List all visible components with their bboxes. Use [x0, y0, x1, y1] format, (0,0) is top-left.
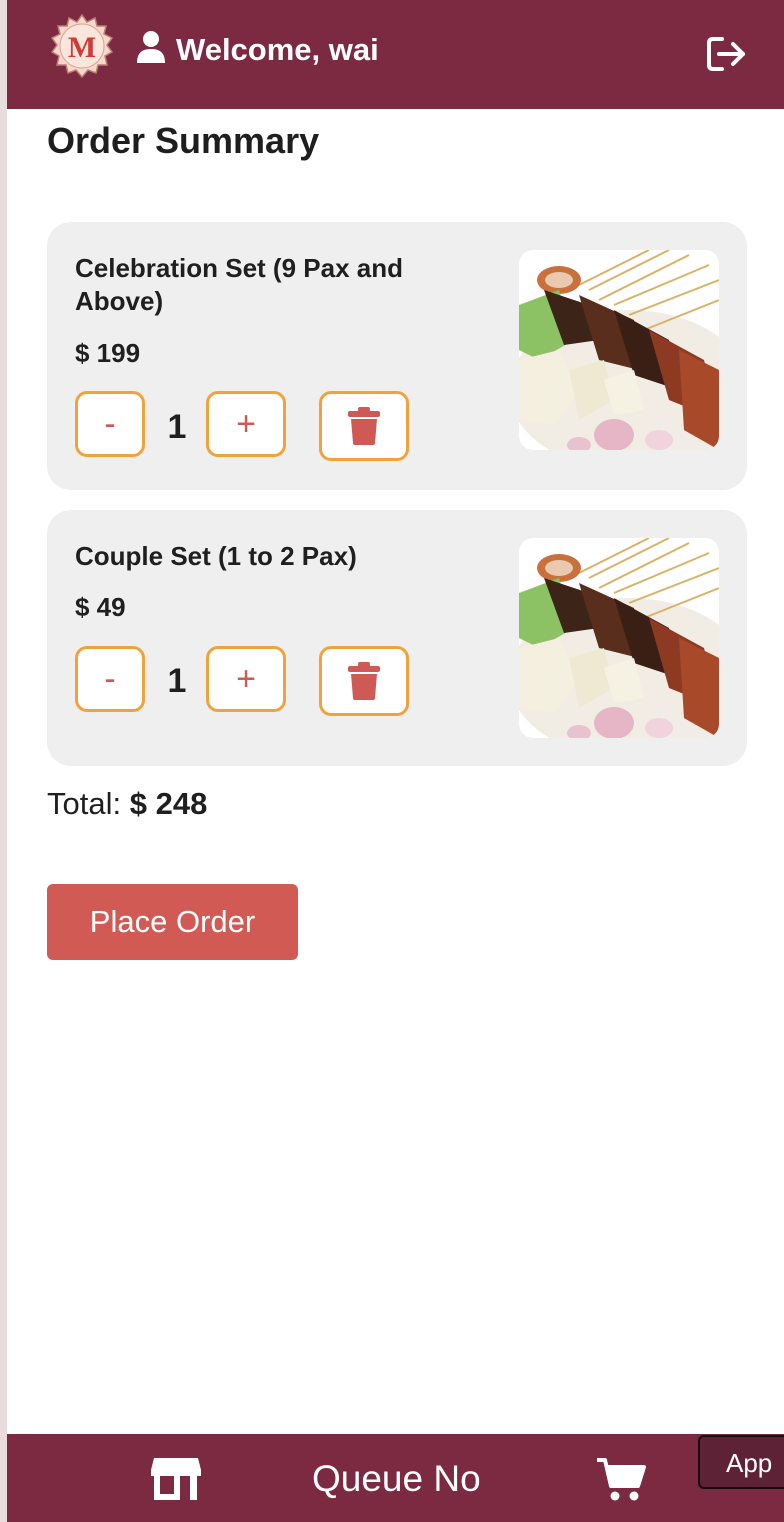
satay-food-image [519, 250, 719, 450]
left-edge-strip [0, 0, 7, 1522]
trash-icon [348, 662, 380, 700]
total-label: Total: [47, 786, 122, 821]
delete-item-button[interactable] [319, 646, 409, 716]
item-price: $ 199 [75, 338, 141, 368]
item-price: $ 49 [75, 592, 126, 622]
satay-food-image [519, 538, 719, 738]
delete-item-button[interactable] [319, 391, 409, 461]
page-title: Order Summary [47, 120, 320, 161]
quantity-value: 1 [167, 662, 187, 700]
cart-icon[interactable] [596, 1456, 646, 1502]
restaurant-logo[interactable]: M [49, 13, 115, 80]
top-header: M Welcome, wai [7, 0, 784, 109]
increment-button[interactable]: + [206, 646, 286, 712]
increment-button[interactable]: + [206, 391, 286, 457]
app-button[interactable]: App [698, 1435, 784, 1489]
queue-number-link[interactable]: Queue No [312, 1458, 481, 1500]
item-name: Couple Set (1 to 2 Pax) [75, 541, 357, 571]
bottom-nav: Queue No [7, 1434, 784, 1522]
order-total: Total: $ 248 [47, 786, 207, 822]
logout-icon[interactable] [705, 34, 749, 74]
svg-text:M: M [68, 31, 96, 64]
cart-item-card: Celebration Set (9 Pax and Above) $ 199 … [47, 222, 747, 490]
decrement-button[interactable]: - [75, 646, 145, 712]
place-order-button[interactable]: Place Order [47, 884, 298, 960]
user-icon [137, 31, 165, 63]
total-value: $ 248 [129, 786, 208, 821]
store-icon[interactable] [150, 1456, 202, 1502]
quantity-value: 1 [167, 408, 187, 446]
cart-item-card: Couple Set (1 to 2 Pax) $ 49 - 1 + [47, 510, 747, 766]
decrement-button[interactable]: - [75, 391, 145, 457]
welcome-text: Welcome, wai [176, 32, 379, 67]
item-name: Celebration Set (9 Pax and Above) [75, 253, 403, 316]
trash-icon [348, 407, 380, 445]
